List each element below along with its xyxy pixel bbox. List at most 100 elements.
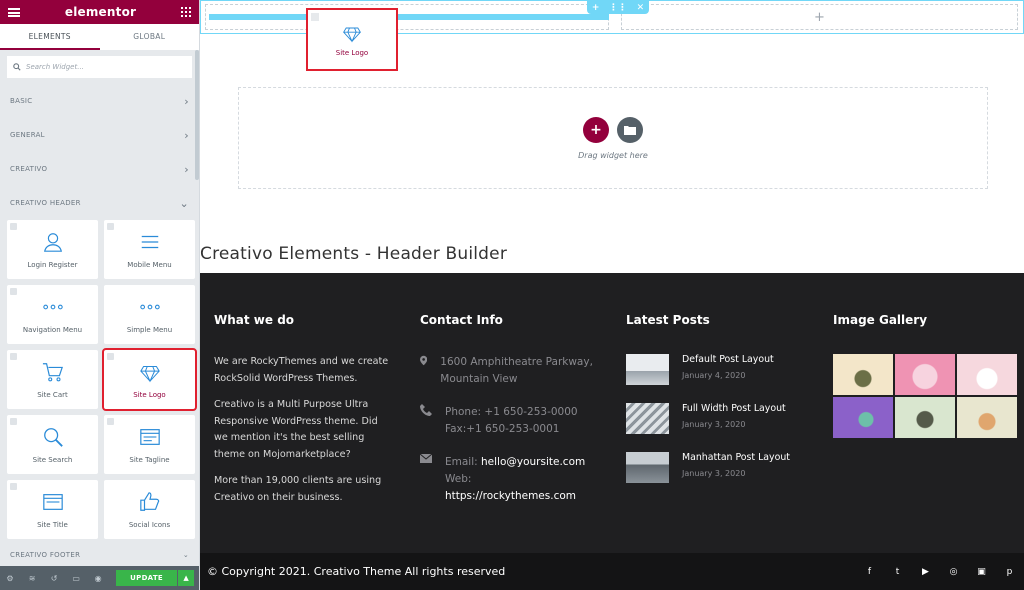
post-item[interactable]: Manhattan Post Layout January 3, 2020 <box>626 452 806 483</box>
drop-zone[interactable]: + Drag widget here <box>238 87 988 189</box>
site-footer: What we do We are RockyThemes and we cre… <box>200 273 1024 553</box>
footer-latest-posts: Latest Posts Default Post Layout January … <box>626 313 806 501</box>
post-title[interactable]: Manhattan Post Layout <box>682 452 790 463</box>
widget-site-logo[interactable]: Site Logo <box>102 348 197 411</box>
gallery-image[interactable] <box>833 354 893 395</box>
update-button[interactable]: UPDATE <box>116 570 178 586</box>
instagram-icon[interactable]: ◎ <box>948 566 959 577</box>
diamond-icon <box>139 365 160 382</box>
template-library-button[interactable] <box>617 116 643 143</box>
elementor-panel: elementor ELEMENTS GLOBAL Search Widget.… <box>0 0 200 590</box>
twitter-icon[interactable]: t <box>892 566 903 577</box>
tab-elements[interactable]: ELEMENTS <box>0 24 100 50</box>
post-date: January 3, 2020 <box>682 469 746 478</box>
contact-address: 1600 Amphitheatre Parkway, Mountain View <box>420 354 610 388</box>
widget-navigation-menu[interactable]: Navigation Menu <box>7 285 98 344</box>
search-widget-input[interactable]: Search Widget... <box>7 56 192 78</box>
history-icon[interactable]: ↺ <box>50 574 58 583</box>
pro-badge <box>10 483 17 490</box>
category-creativo-footer[interactable]: CREATIVO FOOTER ⌄ <box>0 543 199 567</box>
fax-text: Fax:+1 650-253-0001 <box>445 423 560 435</box>
chevron-right-icon: › <box>184 162 189 176</box>
footer-heading: Image Gallery <box>833 313 928 327</box>
phone-icon <box>420 404 432 416</box>
widget-label: Login Register <box>27 260 78 269</box>
copyright-bar: © Copyright 2021. Creativo Theme All rig… <box>200 553 1024 590</box>
post-thumbnail[interactable] <box>626 403 669 434</box>
editor-canvas: + + ⋮⋮ ✕ Site Logo + Drag widget here Cr… <box>200 0 1024 590</box>
widgets-grid-icon[interactable] <box>181 7 191 17</box>
layers-icon[interactable]: ≋ <box>28 574 36 583</box>
post-date: January 4, 2020 <box>682 371 746 380</box>
pinterest-icon[interactable]: p <box>1004 566 1015 577</box>
category-general[interactable]: GENERAL › <box>0 118 199 152</box>
add-widget-plus-icon[interactable]: + <box>814 10 825 25</box>
cart-icon <box>42 362 63 381</box>
gallery-image[interactable] <box>895 397 955 438</box>
widget-social-icons[interactable]: Social Icons <box>104 480 195 539</box>
category-label: BASIC <box>10 97 33 105</box>
youtube-icon[interactable]: ▶ <box>920 566 931 577</box>
drag-handle-icon[interactable]: ⋮⋮ <box>609 3 627 13</box>
folder-icon <box>624 125 636 135</box>
panel-header: elementor <box>0 0 199 24</box>
dots-icon <box>139 304 160 309</box>
panel-scrollbar[interactable] <box>195 50 199 180</box>
category-basic[interactable]: BASIC › <box>0 84 199 118</box>
widget-simple-menu[interactable]: Simple Menu <box>104 285 195 344</box>
add-new-section-button[interactable]: + <box>583 116 609 143</box>
pro-badge <box>10 418 17 425</box>
preview-eye-icon[interactable]: ◉ <box>94 574 102 583</box>
post-item[interactable]: Default Post Layout January 4, 2020 <box>626 354 806 385</box>
gallery-image[interactable] <box>957 397 1017 438</box>
header-column-2[interactable]: + <box>621 4 1018 30</box>
widget-login-register[interactable]: Login Register <box>7 220 98 279</box>
gallery-image[interactable] <box>957 354 1017 395</box>
facebook-icon[interactable]: f <box>864 566 875 577</box>
footer-image-gallery: Image Gallery <box>833 313 1018 438</box>
thumbs-up-icon <box>139 491 159 511</box>
widget-site-title[interactable]: Site Title <box>7 480 98 539</box>
category-creativo[interactable]: CREATIVO › <box>0 152 199 186</box>
category-label: CREATIVO HEADER <box>10 199 81 207</box>
contact-phone: Phone: +1 650-253-0000 Fax:+1 650-253-000… <box>420 404 610 438</box>
tagline-icon <box>139 428 160 445</box>
settings-icon[interactable]: ⚙ <box>6 574 14 583</box>
pro-badge <box>311 13 319 21</box>
contact-email: Email: hello@yoursite.com Web: https://roc… <box>420 454 610 505</box>
gallery-grid <box>833 354 1018 438</box>
widget-site-tagline[interactable]: Site Tagline <box>104 415 195 474</box>
chevron-right-icon: › <box>184 94 189 108</box>
web-link[interactable]: https://rockythemes.com <box>445 490 576 502</box>
social-links: f t ▶ ◎ ▣ p <box>864 566 1015 577</box>
post-thumbnail[interactable] <box>626 452 669 483</box>
tab-global[interactable]: GLOBAL <box>100 24 200 50</box>
gallery-image[interactable] <box>895 354 955 395</box>
delete-section-icon[interactable]: ✕ <box>637 3 645 13</box>
footer-heading: Latest Posts <box>626 313 710 327</box>
widget-label: Mobile Menu <box>127 260 172 269</box>
hamburger-icon[interactable] <box>8 7 20 17</box>
site-logo-widget[interactable]: Site Logo <box>306 8 398 71</box>
post-title[interactable]: Default Post Layout <box>682 354 774 365</box>
gallery-image[interactable] <box>833 397 893 438</box>
update-options-caret-icon[interactable]: ▲ <box>178 570 195 586</box>
post-title[interactable]: Full Width Post Layout <box>682 403 786 414</box>
post-thumbnail[interactable] <box>626 354 669 385</box>
twitch-icon[interactable]: ▣ <box>976 566 987 577</box>
section-handle[interactable]: + ⋮⋮ ✕ <box>587 1 649 14</box>
widget-site-cart[interactable]: Site Cart <box>7 350 98 409</box>
email-link[interactable]: hello@yoursite.com <box>481 456 585 468</box>
add-section-icon[interactable]: + <box>592 3 600 13</box>
widget-label: Site Tagline <box>129 455 170 464</box>
responsive-icon[interactable]: ▭ <box>72 574 80 583</box>
category-creativo-header[interactable]: CREATIVO HEADER ⌄ <box>0 186 199 220</box>
widget-mobile-menu[interactable]: Mobile Menu <box>104 220 195 279</box>
panel-footer: ⚙ ≋ ↺ ▭ ◉ UPDATE ▲ <box>0 566 199 590</box>
widget-label: Site Search <box>32 455 73 464</box>
copyright-text: © Copyright 2021. Creativo Theme All rig… <box>207 565 506 578</box>
category-label: CREATIVO FOOTER <box>10 551 81 559</box>
widget-site-search[interactable]: Site Search <box>7 415 98 474</box>
user-icon <box>43 232 62 252</box>
post-item[interactable]: Full Width Post Layout January 3, 2020 <box>626 403 806 434</box>
